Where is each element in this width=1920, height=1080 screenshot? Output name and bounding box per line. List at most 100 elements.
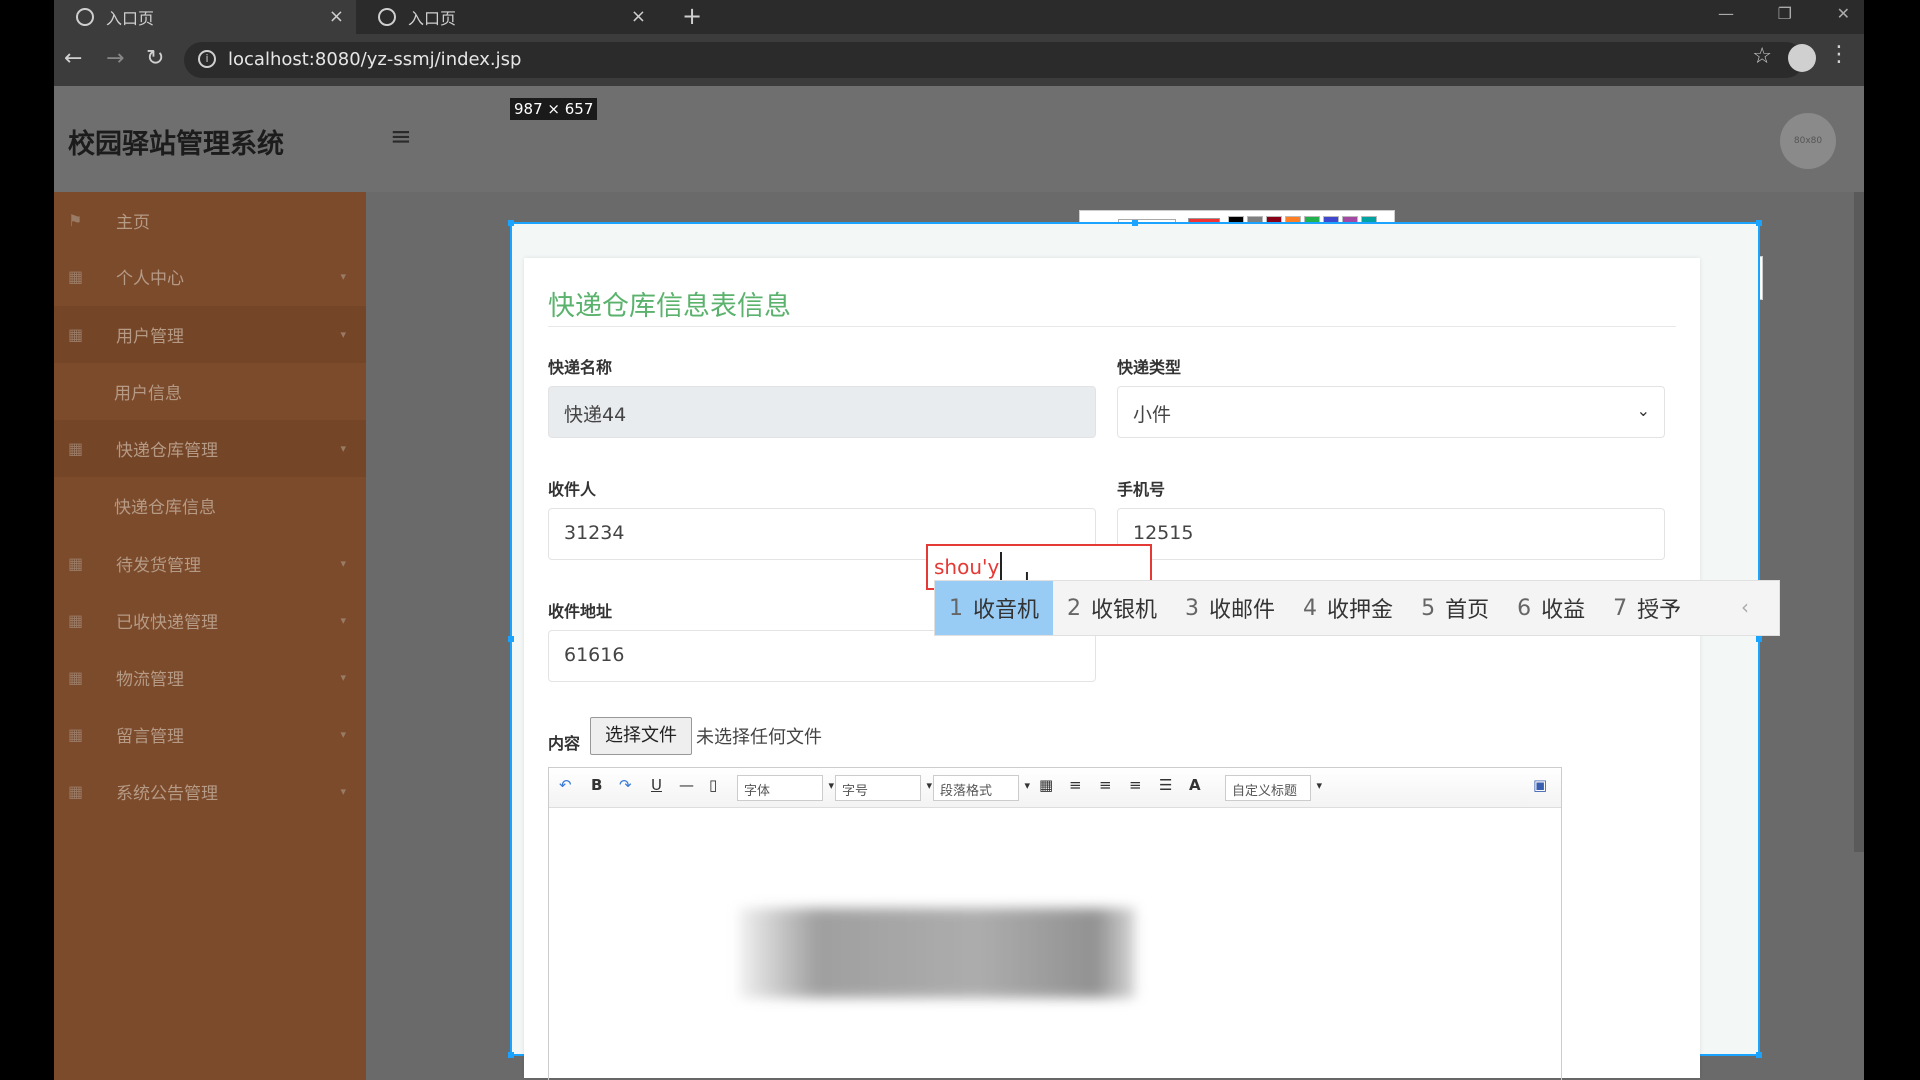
rich-text-editor[interactable]: ↶ B ↷ U — ▯ 字体 字号 段落格式 ▦ ≡ ≡ ≡ ☰ [548,767,1562,1080]
url-field[interactable]: i localhost:8080/yz-ssmj/index.jsp [184,42,1804,78]
sidebar: ⚑ 主页 ▦ 个人中心 ▾ ▦ 用户管理 ▾ 用户信息 ▦ 快递仓库管理 ▾ 快递仓库信息 ▦ 待发货管理 ▾… [54,192,366,1080]
sidebar-item[interactable]: 用户信息 [54,363,366,420]
align-center-icon[interactable]: ≡ [1129,776,1142,794]
sidebar-item-label: 留言管理 [116,727,184,747]
custom-title-select[interactable]: 自定义标题 [1225,775,1322,801]
browser-window: 入口页 × 入口页 × + — ❐ ✕ ← → ↻ i localhost:80… [54,0,1864,1080]
ime-candidate[interactable]: 5 首页 [1407,581,1503,635]
grid-icon: ▦ [68,325,84,344]
ime-candidate[interactable]: 2 收银机 [1053,581,1171,635]
sidebar-item-label: 物流管理 [116,670,184,690]
sidebar-item[interactable]: ▦ 快递仓库管理 ▾ [54,420,366,477]
file-status-text: 未选择任何文件 [696,727,822,748]
sidebar-item[interactable]: ▦ 待发货管理 ▾ [54,535,366,592]
editor-toolbar: ↶ B ↷ U — ▯ 字体 字号 段落格式 ▦ ≡ ≡ ≡ ☰ [549,768,1561,808]
form-card: 快递仓库信息表信息 快递名称 快递44 快递类型 小件 ⌄ 收件人 31234 … [524,258,1700,1080]
window-close-button[interactable]: ✕ [1837,4,1850,23]
page-title: 快递仓库信息表信息 [548,291,791,322]
caret-down-icon: ▾ [340,785,346,798]
candidate-number: 5 [1421,595,1436,621]
phone-field[interactable]: 12515 [1117,508,1665,560]
recipient-label: 收件人 [548,480,597,499]
ime-prev-page-icon[interactable]: ‹ [1741,595,1749,619]
reload-icon[interactable]: ↻ [146,46,164,71]
sidebar-item[interactable]: 快递仓库信息 [54,477,366,534]
candidate-text: 授予 [1637,598,1682,623]
grid-icon: ▦ [68,668,84,687]
table-icon[interactable]: ▦ [1039,776,1053,794]
underline-button[interactable]: U [651,776,662,794]
back-arrow-icon[interactable]: ← [64,46,82,71]
new-tab-button[interactable]: + [682,2,702,30]
text-caret [1000,552,1002,580]
browser-tab-2[interactable]: 入口页 × [356,0,658,34]
resize-handle[interactable] [508,220,514,226]
bookmark-star-icon[interactable]: ☆ [1752,44,1772,69]
sidebar-item[interactable]: ▦ 物流管理 ▾ [54,649,366,706]
grid-icon: ▦ [68,439,84,458]
align-right-icon[interactable]: ≡ [1099,776,1112,794]
ime-candidate[interactable]: 7 授予 [1599,581,1695,635]
restore-button[interactable]: ❐ [1778,4,1792,23]
ime-candidate[interactable]: 4 收押金 [1289,581,1407,635]
horizontal-rule-icon[interactable]: — [679,776,694,794]
sidebar-item[interactable]: ▦ 留言管理 ▾ [54,706,366,763]
candidate-number: 3 [1185,595,1200,621]
fullscreen-icon[interactable]: ▣ [1533,776,1547,794]
url-text: localhost:8080/yz-ssmj/index.jsp [228,49,522,70]
resize-handle[interactable] [1756,636,1762,642]
grid-icon: ▦ [68,725,84,744]
sidebar-item-label: 待发货管理 [116,556,201,576]
tab-title: 入口页 [106,9,155,28]
page-scrollbar[interactable] [1854,192,1864,852]
avatar[interactable]: 80x80 [1780,113,1836,169]
candidate-text: 首页 [1445,598,1490,623]
candidate-number: 4 [1303,595,1318,621]
resize-handle[interactable] [508,636,514,642]
express-type-select[interactable]: 小件 ⌄ [1117,386,1665,438]
sidebar-item[interactable]: ⚑ 主页 [54,192,366,249]
tab-close-button[interactable]: × [631,6,646,27]
address-field[interactable]: 61616 [548,630,1096,682]
undo-icon[interactable]: ↶ [559,776,572,794]
paragraph-format-select[interactable]: 段落格式 [933,775,1030,801]
tab-close-button[interactable]: × [329,6,344,27]
justify-icon[interactable]: ☰ [1159,776,1172,794]
sidebar-item-label: 已收快递管理 [116,613,218,633]
ime-candidate[interactable]: 6 收益 [1503,581,1599,635]
resize-handle[interactable] [1132,220,1138,226]
choose-file-button[interactable]: 选择文件 [590,717,692,755]
font-family-select[interactable]: 字体 [737,775,834,801]
menu-toggle-icon[interactable]: ≡ [390,122,412,152]
grid-icon: ▦ [68,611,84,630]
resize-handle[interactable] [1756,220,1762,226]
redo-icon[interactable]: ↷ [619,776,632,794]
sidebar-item[interactable]: ▦ 已收快递管理 ▾ [54,592,366,649]
selected-type: 小件 [1133,404,1172,426]
forward-arrow-icon[interactable]: → [106,46,124,71]
candidate-text: 收益 [1541,598,1586,623]
font-size-select[interactable]: 字号 [835,775,932,801]
ime-candidate[interactable]: 1 收音机 [935,581,1054,635]
sidebar-item[interactable]: ▦ 系统公告管理 ▾ [54,763,366,820]
ime-candidate[interactable]: 3 收邮件 [1171,581,1289,635]
grid-icon: ▦ [68,267,84,286]
browser-tab-1[interactable]: 入口页 × [54,0,356,34]
minimize-button[interactable]: — [1718,4,1734,23]
page-icon[interactable]: ▯ [709,776,717,794]
info-icon[interactable]: i [198,50,216,68]
resize-handle[interactable] [508,1052,514,1058]
font-color-button[interactable]: A [1189,776,1201,794]
bold-button[interactable]: B [591,776,602,794]
profile-icon[interactable] [1788,44,1816,72]
sidebar-item[interactable]: ▦ 用户管理 ▾ [54,306,366,363]
express-name-field[interactable]: 快递44 [548,386,1096,438]
sidebar-item[interactable]: ▦ 个人中心 ▾ [54,248,366,305]
caret-down-icon: ▾ [340,328,346,341]
sidebar-item-label: 用户管理 [116,327,184,347]
globe-icon [76,8,94,26]
resize-handle[interactable] [1756,1052,1762,1058]
align-left-icon[interactable]: ≡ [1069,776,1082,794]
browser-menu-icon[interactable]: ⋮ [1828,42,1850,67]
capture-region[interactable]: 快递仓库信息表信息 快递名称 快递44 快递类型 小件 ⌄ 收件人 31234 … [508,220,1762,1080]
